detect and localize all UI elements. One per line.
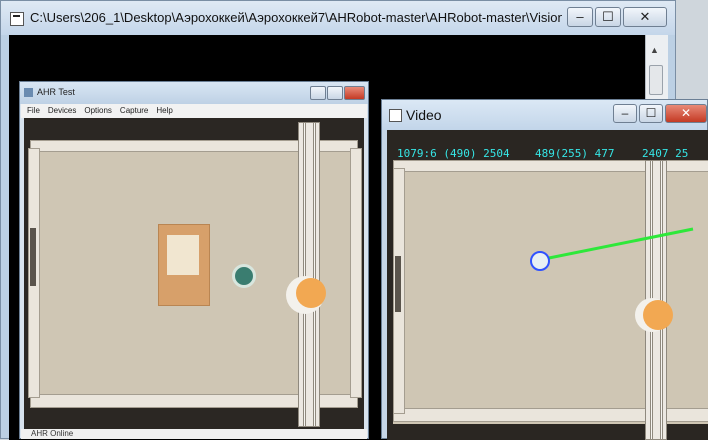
- table-right-rail: [350, 148, 362, 398]
- menu-options[interactable]: Options: [84, 104, 112, 118]
- maximize-button[interactable]: ☐: [595, 7, 621, 27]
- calibration-card: [158, 224, 210, 306]
- test-close-button[interactable]: [344, 86, 365, 100]
- video-title-bar[interactable]: Video – ☐ ✕: [382, 100, 707, 130]
- test-title-bar[interactable]: AHR Test: [20, 82, 368, 104]
- video-window: Video – ☐ ✕ 1079:6 (490) 2504 489(255) 4…: [381, 99, 708, 440]
- test-maximize-button[interactable]: [327, 86, 343, 100]
- menu-devices[interactable]: Devices: [48, 104, 76, 118]
- overlay-readout-3: 2407 25: [642, 147, 689, 160]
- console-title: C:\Users\206_1\Desktop\Аэрохоккей\Аэрохо…: [30, 10, 562, 25]
- menu-file[interactable]: File: [27, 104, 40, 118]
- test-app-icon: [24, 88, 33, 97]
- puck: [232, 264, 256, 288]
- console-title-bar[interactable]: C:\Users\206_1\Desktop\Аэрохоккей\Аэрохо…: [1, 1, 675, 35]
- card-picture: [167, 235, 199, 275]
- camera-view: [24, 118, 364, 429]
- trajectory-overlay: [530, 227, 694, 271]
- menu-capture[interactable]: Capture: [120, 104, 148, 118]
- scroll-thumb[interactable]: [649, 65, 663, 95]
- overlay-readout-2: 489(255) 477: [535, 147, 615, 160]
- menu-bar: File Devices Options Capture Help: [21, 104, 367, 118]
- minimize-button[interactable]: –: [567, 7, 593, 27]
- robot-rail-bar: [303, 122, 306, 427]
- overlay-readout-1: 1079:6 (490) 2504: [397, 147, 510, 160]
- left-goal: [30, 228, 36, 286]
- console-app-icon: [10, 12, 24, 26]
- video-window-title: Video: [406, 107, 442, 123]
- video-close-button[interactable]: ✕: [665, 104, 707, 123]
- video-app-icon: [389, 109, 402, 122]
- tracking-view: 1079:6 (490) 2504 489(255) 477 2407 25: [387, 130, 708, 440]
- test-window-title: AHR Test: [37, 87, 75, 97]
- robot-rail: [298, 122, 320, 427]
- video-minimize-button[interactable]: –: [613, 104, 637, 123]
- close-button[interactable]: ✕: [623, 7, 667, 27]
- menu-help[interactable]: Help: [156, 104, 172, 118]
- predicted-trajectory-line: [538, 227, 694, 262]
- robot-rail-bar: [313, 122, 316, 427]
- ahr-test-window: AHR Test File Devices Options Capture He…: [19, 81, 369, 439]
- status-bar: AHR Online: [21, 429, 367, 439]
- test-minimize-button[interactable]: [310, 86, 326, 100]
- scroll-up-arrow-icon[interactable]: ▲: [650, 45, 659, 55]
- video-maximize-button[interactable]: ☐: [639, 104, 663, 123]
- robot-mallet: [296, 278, 326, 308]
